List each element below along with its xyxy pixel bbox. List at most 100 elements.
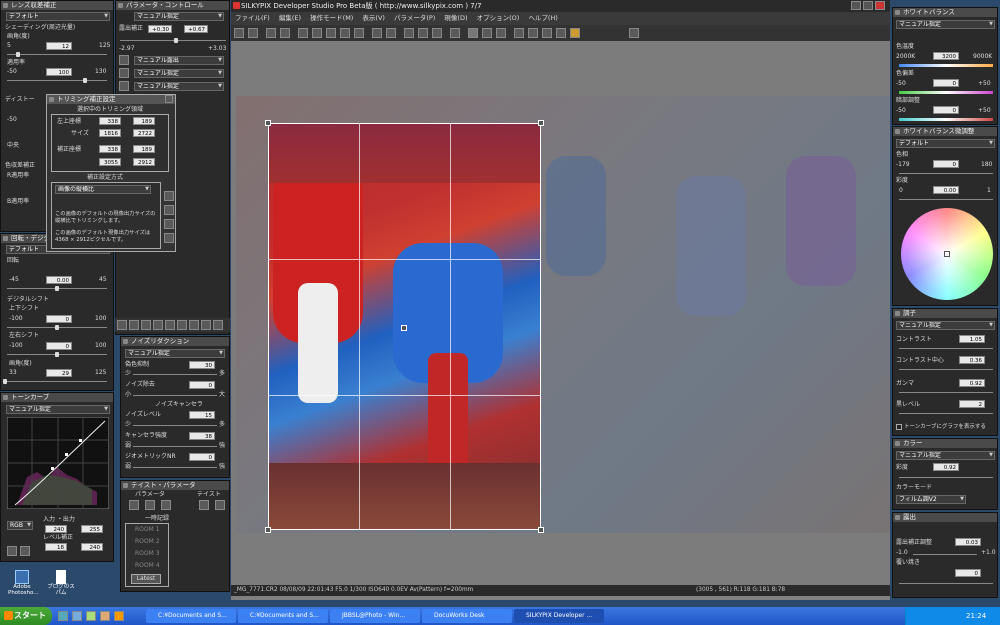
angle-slider-thumb[interactable] [16,52,20,57]
topleft-x-input[interactable]: 338 [99,117,121,125]
tool-icon-1[interactable] [117,320,127,330]
dark-input[interactable]: 0 [933,106,959,114]
tone-curve-graph[interactable] [7,417,109,509]
quicklaunch-icon-1[interactable] [58,611,68,621]
open-folder-icon[interactable] [234,28,244,38]
exposure-adjust-slider[interactable] [913,554,977,555]
level-black[interactable]: 18 [45,543,67,551]
saturation-slider[interactable] [899,477,993,478]
redo-icon[interactable] [280,28,290,38]
exposure-value-1[interactable]: +0.30 [148,25,172,33]
contrast-icon[interactable] [119,81,129,91]
black-level-input[interactable]: 2 [959,400,985,408]
quicklaunch-icon-3[interactable] [86,611,96,621]
menu-mode[interactable]: 操作モード(M) [310,14,353,22]
size-height-input[interactable]: 2722 [133,129,155,137]
angle-slider[interactable] [7,54,107,55]
size-width-input[interactable]: 1816 [99,129,121,137]
menu-develop[interactable]: 現像(D) [444,14,467,22]
thumbnail-view-icon[interactable] [298,28,308,38]
crop-handle-center[interactable] [401,325,407,331]
room-1[interactable]: ROOM 1 [135,526,160,534]
fullscreen-icon[interactable] [340,28,350,38]
quicklaunch-icon-5[interactable] [114,611,124,621]
trim-tool-icon-2[interactable] [164,205,174,215]
param-select-3[interactable]: マニュアル指定 [134,69,224,78]
color-suppress-slider[interactable] [133,374,217,375]
color-wheel[interactable] [901,208,993,300]
temp-input[interactable]: 3200 [933,52,959,60]
text-tool-icon[interactable] [556,28,566,38]
canceler-input[interactable]: 38 [189,432,215,440]
geo-nr-input[interactable]: 0 [189,453,215,461]
trim-tool-icon-1[interactable] [164,191,174,201]
param-select-4[interactable]: マニュアル指定 [134,82,224,91]
quicklaunch-icon-4[interactable] [100,611,110,621]
rotate-slider-thumb[interactable] [55,286,59,291]
flip-icon[interactable] [432,28,442,38]
dodge-slider[interactable] [899,583,993,584]
noise-remove-slider[interactable] [133,395,217,396]
contrast-input[interactable]: 1.05 [959,335,985,343]
rotate-left-icon[interactable] [404,28,414,38]
tool-icon-3[interactable] [141,320,151,330]
taste-icon-1[interactable] [199,500,209,510]
minimize-button[interactable] [851,1,861,10]
noise-remove-input[interactable]: 0 [189,381,215,389]
noise-level-input[interactable]: 15 [189,411,215,419]
preview-icon[interactable] [326,28,336,38]
close-button[interactable] [875,1,885,10]
noise-preset-select[interactable]: マニュアル指定 [125,349,225,358]
crop-handle-bl[interactable] [265,527,271,533]
crop-handle-br[interactable] [538,527,544,533]
taskbar-item[interactable]: DocuWorks Desk [422,609,512,623]
menu-option[interactable]: オプション(O) [477,14,520,22]
dark-slider[interactable] [899,118,993,121]
tonecurve-preset-select[interactable]: マニュアル指定 [6,405,110,414]
color-mode-select[interactable]: フィルム調V2 [896,495,966,504]
crop-handle-tr[interactable] [538,120,544,126]
tool-icon-7[interactable] [189,320,199,330]
param-select-1[interactable]: マニュアル指定 [134,12,224,21]
room-2[interactable]: ROOM 2 [135,538,160,546]
grid-icon[interactable] [386,28,396,38]
save-icon[interactable] [248,28,258,38]
tool-icon-6[interactable] [177,320,187,330]
trim-tool-icon-4[interactable] [164,233,174,243]
input-value[interactable]: 240 [45,525,67,533]
settings-icon[interactable] [528,28,538,38]
lock-icon[interactable] [450,28,460,38]
topleft-y-input[interactable]: 189 [133,117,155,125]
param-select-2[interactable]: マニュアル露出 [134,56,224,65]
taste-icon-2[interactable] [215,500,225,510]
angle-input[interactable]: 12 [46,42,72,50]
tool-icon-2[interactable] [129,320,139,330]
wbadj-sat-slider[interactable] [899,199,993,200]
exposure-adjust-input[interactable]: 0.03 [955,538,981,546]
warning-icon[interactable] [354,28,364,38]
contrast-center-slider[interactable] [899,369,993,370]
desktop-icon-blog[interactable]: ブログのスパム [46,570,76,598]
gamma-slider[interactable] [899,392,993,393]
latest-button[interactable]: Latest [131,574,161,584]
maximize-button[interactable] [863,1,873,10]
hue-input[interactable]: 0 [933,160,959,168]
trim-tool-icon-3[interactable] [164,219,174,229]
rotate-right-icon[interactable] [418,28,428,38]
tool-icon-5[interactable] [165,320,175,330]
ud-slider-thumb[interactable] [55,325,59,330]
rotate-input[interactable]: 0.00 [46,276,72,284]
exposure-slider[interactable] [120,40,226,41]
taskbar-item[interactable]: JBBSL@Photo - Win... [330,609,420,623]
ud-input[interactable]: 0 [46,315,72,323]
rotate-angle-slider[interactable] [7,381,107,382]
sun-icon[interactable] [119,68,129,78]
black-level-slider[interactable] [899,413,993,414]
saturation-input[interactable]: 0.92 [933,463,959,471]
quicklaunch-icon-2[interactable] [72,611,82,621]
check-icon[interactable] [514,28,524,38]
channel-select[interactable]: RGB [7,521,33,530]
tool-icon-9[interactable] [213,320,223,330]
room-4[interactable]: ROOM 4 [135,562,160,570]
rotate-angle-input[interactable]: 29 [46,369,72,377]
